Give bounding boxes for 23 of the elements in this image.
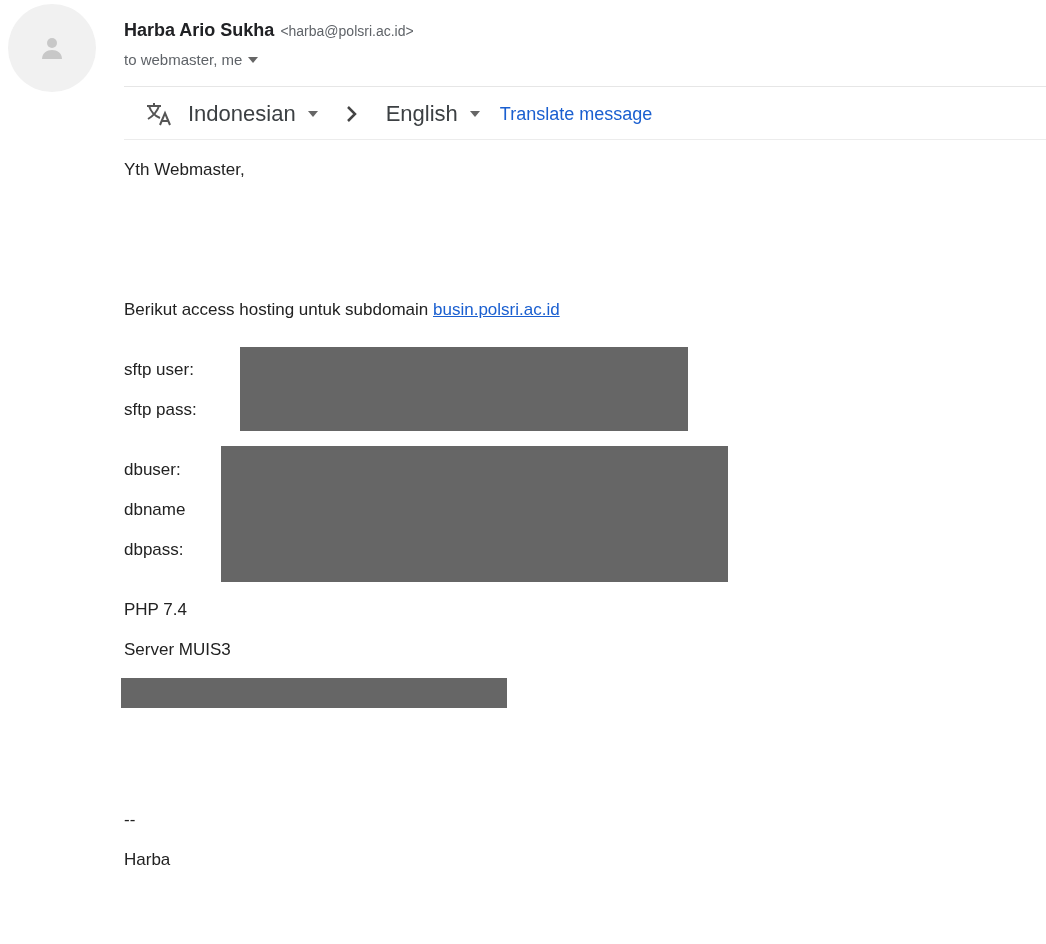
source-language-dropdown[interactable]: Indonesian [188, 101, 318, 127]
message-text: Harba [124, 849, 172, 871]
message-text: Yth Webmaster, [124, 159, 246, 181]
subdomain-link[interactable]: busin.polsri.ac.id [433, 300, 560, 319]
translate-message-link[interactable]: Translate message [499, 103, 653, 125]
message-text: -- [124, 809, 137, 831]
caret-icon [469, 111, 480, 117]
credential-label: sftp user: [124, 359, 195, 381]
caret-icon [307, 111, 318, 117]
credential-label: sftp pass: [124, 399, 197, 421]
message-text: Berikut access hosting untuk subdomain busin.polsri.ac.id [124, 299, 561, 321]
credential-label: dbuser: [124, 459, 182, 481]
credential-label: dbname [124, 499, 186, 521]
message-text: PHP 7.4 [124, 599, 188, 621]
chevron-right-icon [345, 105, 358, 123]
translate-icon [146, 102, 174, 126]
target-language-dropdown[interactable]: English [385, 101, 480, 127]
recipients-dropdown[interactable]: to webmaster, me [124, 51, 259, 68]
caret-icon [248, 56, 259, 63]
credential-label: dbpass: [124, 539, 185, 561]
sender-name: Harba Ario Sukha [124, 20, 275, 41]
sender-email: <harba@polsri.ac.id> [280, 23, 414, 39]
message-text: Server MUIS3 [124, 639, 232, 661]
